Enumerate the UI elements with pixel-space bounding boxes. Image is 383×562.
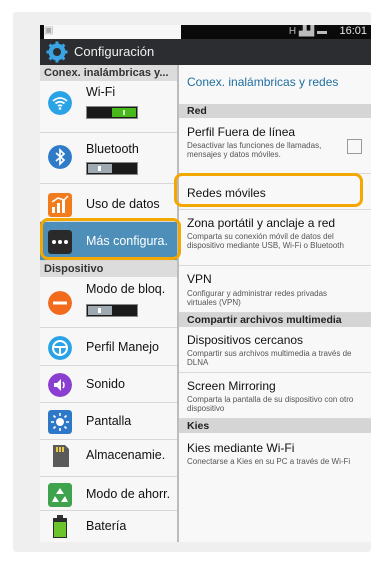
sidebar-item-power-saving[interactable]: Modo de ahorr. <box>40 477 177 511</box>
section-header-network: Red <box>179 104 371 118</box>
section-header-device: Dispositivo <box>40 261 177 277</box>
tethering-item[interactable]: Zona portátil y anclaje a red Comparta s… <box>179 210 371 266</box>
vpn-item[interactable]: VPN Configurar y administrar redes priva… <box>179 266 371 313</box>
nearby-devices-desc: Compartir sus archivos multimedia a trav… <box>187 349 352 367</box>
screen-mirroring-title: Screen Mirroring <box>187 379 276 393</box>
sidebar-item-display[interactable]: Pantalla <box>40 403 177 440</box>
tethering-title: Zona portátil y anclaje a red <box>187 216 336 230</box>
battery-icon <box>53 515 67 538</box>
steering-wheel-icon <box>48 336 72 360</box>
bluetooth-icon <box>48 145 72 169</box>
nearby-devices-item[interactable]: Dispositivos cercanos Compartir sus arch… <box>179 327 371 373</box>
sidebar-item-bluetooth[interactable]: Bluetooth <box>40 133 177 184</box>
data-usage-label: Uso de datos <box>86 197 160 211</box>
section-header-wireless: Conex. inalámbricas y... <box>40 65 177 81</box>
bluetooth-label: Bluetooth <box>86 142 139 156</box>
sd-card-icon <box>53 445 69 467</box>
tethering-desc: Comparta su conexión móvil de datos del … <box>187 232 344 250</box>
sidebar-item-wifi[interactable]: Wi-Fi <box>40 81 177 133</box>
recycle-icon <box>48 483 72 507</box>
screen-mirroring-item[interactable]: Screen Mirroring Comparta la pantalla de… <box>179 373 371 419</box>
app-title: Configuración <box>74 44 155 59</box>
block-mode-label: Modo de bloq. <box>86 282 166 296</box>
clock: 16:01 <box>339 25 367 37</box>
gear-icon[interactable] <box>46 41 68 63</box>
highlight-more-settings <box>40 218 181 260</box>
tablet-screen: ▣ H ▟▟ ▬ 16:01 Configuración Conex. inal… <box>40 25 371 542</box>
speaker-icon <box>48 373 72 397</box>
wifi-icon <box>48 91 72 115</box>
power-saving-label: Modo de ahorr. <box>86 487 171 501</box>
airplane-mode-checkbox[interactable] <box>347 139 362 154</box>
block-mode-toggle[interactable] <box>86 304 138 317</box>
bluetooth-toggle[interactable] <box>86 162 138 175</box>
wifi-toggle[interactable] <box>86 106 138 119</box>
kies-wifi-title: Kies mediante Wi-Fi <box>187 441 295 455</box>
airplane-mode-desc: Desactivar las funciones de llamadas, me… <box>187 141 322 159</box>
settings-detail: Conex. inalámbricas y redes Red Perfil F… <box>179 65 371 542</box>
data-usage-icon <box>48 193 72 217</box>
brightness-icon <box>48 410 72 434</box>
section-header-media-sharing: Compartir archivos multimedia <box>179 313 371 327</box>
storage-label: Almacenamie. <box>86 448 166 462</box>
sound-label: Sonido <box>86 377 125 391</box>
detail-header: Conex. inalámbricas y redes <box>187 75 339 89</box>
sidebar-item-driving-profile[interactable]: Perfil Manejo <box>40 328 177 366</box>
nearby-devices-title: Dispositivos cercanos <box>187 333 304 347</box>
status-bar: ▣ H ▟▟ ▬ 16:01 <box>40 25 371 502</box>
wifi-label: Wi-Fi <box>86 85 116 99</box>
sidebar-item-battery[interactable]: Batería <box>40 511 177 542</box>
settings-categories: Conex. inalámbricas y... Wi-Fi Bluetooth <box>40 65 177 542</box>
vpn-title: VPN <box>187 272 212 286</box>
screen-mirroring-desc: Comparta la pantalla de su dispositivo c… <box>187 395 354 413</box>
sidebar-item-storage[interactable]: Almacenamie. <box>40 440 177 477</box>
signal-icon: H ▟▟ ▬ <box>288 26 327 37</box>
sidebar-item-data-usage[interactable]: Uso de datos <box>40 184 177 222</box>
vpn-desc: Configurar y administrar redes privadas … <box>187 289 328 307</box>
battery-label: Batería <box>86 519 127 533</box>
kies-wifi-item[interactable]: Kies mediante Wi-Fi Conectarse a Kies en… <box>179 433 371 479</box>
sidebar-item-sound[interactable]: Sonido <box>40 366 177 403</box>
action-bar: Configuración <box>40 39 371 65</box>
network-indicator: H <box>288 26 297 37</box>
display-label: Pantalla <box>86 414 132 428</box>
highlight-mobile-networks <box>174 173 363 207</box>
driving-profile-label: Perfil Manejo <box>86 340 159 354</box>
kies-wifi-desc: Conectarse a Kies en su PC a través de W… <box>187 457 351 466</box>
airplane-mode-title: Perfil Fuera de línea <box>187 125 296 139</box>
sidebar-item-block-mode[interactable]: Modo de bloq. <box>40 277 177 328</box>
section-header-kies: Kies <box>179 419 371 433</box>
airplane-mode-item[interactable]: Perfil Fuera de línea Desactivar las fun… <box>179 118 371 174</box>
block-mode-icon <box>48 291 72 315</box>
